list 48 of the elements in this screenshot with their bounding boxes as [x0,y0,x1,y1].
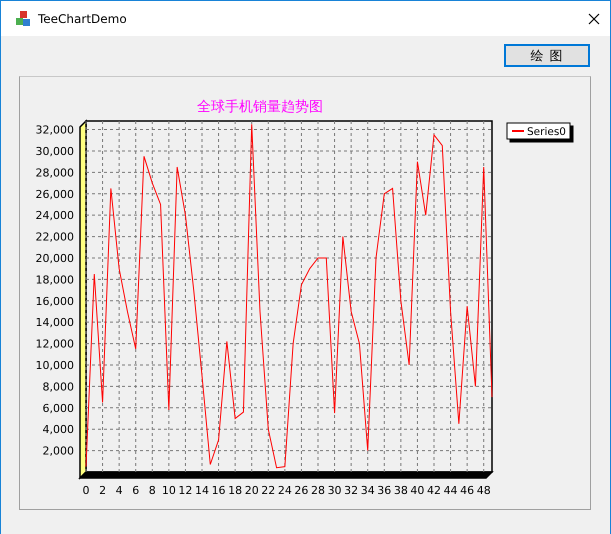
y-axis-label: 8,000 [42,380,74,394]
x-axis-label: 46 [460,484,474,497]
x-axis-label: 4 [116,484,123,497]
x-axis-label: 20 [244,484,259,497]
x-axis-label: 22 [261,484,276,497]
x-axis-label: 28 [311,484,325,497]
legend-background [506,122,570,140]
y-axis-label: 28,000 [36,166,74,180]
x-axis-label: 2 [99,484,106,497]
x-axis-label: 26 [294,484,308,497]
chart-title: 全球手机销量趋势图 [197,99,323,115]
y-axis-label: 22,000 [36,230,74,244]
y-axis-label: 30,000 [36,144,74,158]
x-axis-label: 38 [394,484,408,497]
x-axis-label: 10 [162,484,176,497]
window-title: TeeChartDemo [38,12,128,26]
x-axis-label: 24 [278,484,292,497]
x-axis-label: 18 [228,484,242,497]
x-axis-label: 36 [377,484,392,497]
x-axis-label: 44 [444,484,458,497]
x-axis-label: 30 [328,484,342,497]
y-axis-label: 16,000 [36,294,74,308]
x-axis-label: 32 [344,484,358,497]
y-axis-label: 2,000 [42,444,74,458]
legend-label: Series0 [527,126,566,138]
draw-button[interactable]: 绘 图 [504,44,590,67]
y-axis-label: 6,000 [42,402,74,415]
x-axis-label: 16 [212,484,226,497]
y-axis-label: 14,000 [36,316,74,330]
x-axis-label: 0 [82,484,90,497]
close-icon[interactable] [588,12,600,24]
y-axis-label: 26,000 [36,188,74,201]
x-axis-label: 6 [132,484,140,497]
y-axis-label: 20,000 [36,252,74,265]
x-axis-label: 8 [148,484,156,497]
y-axis-label: 12,000 [36,338,74,351]
y-axis-label: 24,000 [36,209,74,222]
y-axis-label: 4,000 [42,423,74,436]
x-axis-label: 40 [410,484,424,497]
x-axis-label: 14 [195,484,209,497]
x-axis-label: 12 [178,484,192,497]
y-axis-label: 10,000 [36,359,74,372]
y-axis-label: 32,000 [36,124,74,137]
x-axis-label: 34 [360,484,375,497]
y-axis-label: 18,000 [36,273,74,286]
x-axis-label: 48 [476,484,491,497]
x-axis-label: 42 [427,484,441,497]
cubes-icon [15,10,31,26]
